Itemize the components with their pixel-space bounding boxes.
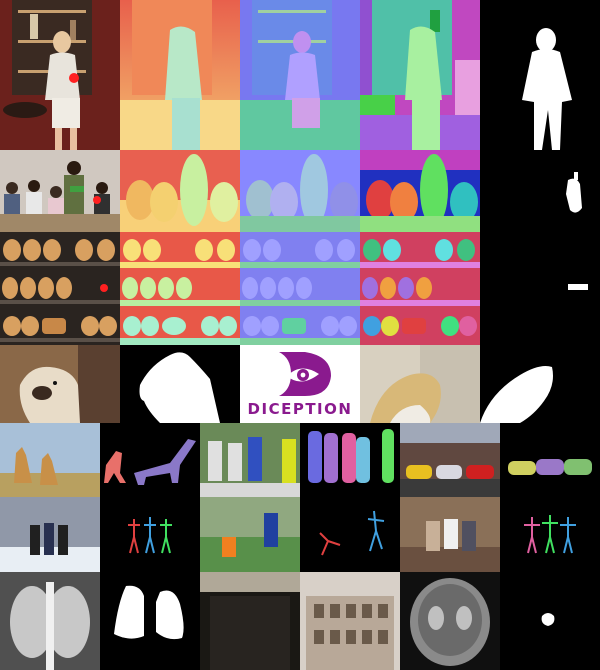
tile-bakery-photo	[0, 232, 120, 345]
tile-classroom-depth	[120, 150, 240, 232]
tile-giraffe-segmentation	[100, 423, 200, 497]
tile-bakery-depth	[120, 232, 240, 345]
tile-soccer-segmentation	[300, 423, 400, 497]
tile-classroom-normal	[240, 150, 360, 232]
logo-tile: DICEPTION	[240, 345, 360, 423]
tile-giraffe-photo	[0, 423, 100, 497]
tile-mri-photo	[400, 572, 500, 670]
tile-group-pose	[500, 497, 600, 572]
tile-football-photo	[200, 497, 300, 572]
tile-alpaca-mask	[120, 345, 240, 423]
tile-building-bright-photo	[300, 572, 400, 670]
tile-alpaca-photo	[0, 345, 120, 423]
tile-building-dark-photo	[200, 572, 300, 670]
tile-bakery-mask	[480, 232, 600, 345]
tile-lung-mask	[100, 572, 200, 670]
tile-cars-photo	[400, 423, 500, 497]
tile-classroom-mask	[480, 150, 600, 232]
tile-hair-mask	[480, 345, 600, 423]
eye-icon	[279, 352, 331, 396]
tile-xray-photo	[0, 572, 100, 670]
tile-football-pose	[300, 497, 400, 572]
tile-woman-depth	[120, 0, 240, 150]
tile-hair-photo	[360, 345, 480, 423]
tile-woman-segmentation	[360, 0, 480, 150]
tile-bakery-normal	[240, 232, 360, 345]
tile-woman-normal	[240, 0, 360, 150]
tile-bakery-segmentation	[360, 232, 480, 345]
logo-text: DICEPTION	[247, 400, 353, 418]
tile-classroom-photo	[0, 150, 120, 232]
tile-snow-pose	[100, 497, 200, 572]
tile-snow-photo	[0, 497, 100, 572]
tile-mri-mask	[500, 572, 600, 670]
tile-woman-mask	[480, 0, 600, 150]
tile-soccer-photo	[200, 423, 300, 497]
tile-classroom-segmentation	[360, 150, 480, 232]
tile-cars-segmentation	[500, 423, 600, 497]
tile-group-photo	[400, 497, 500, 572]
tile-woman-photo	[0, 0, 120, 150]
